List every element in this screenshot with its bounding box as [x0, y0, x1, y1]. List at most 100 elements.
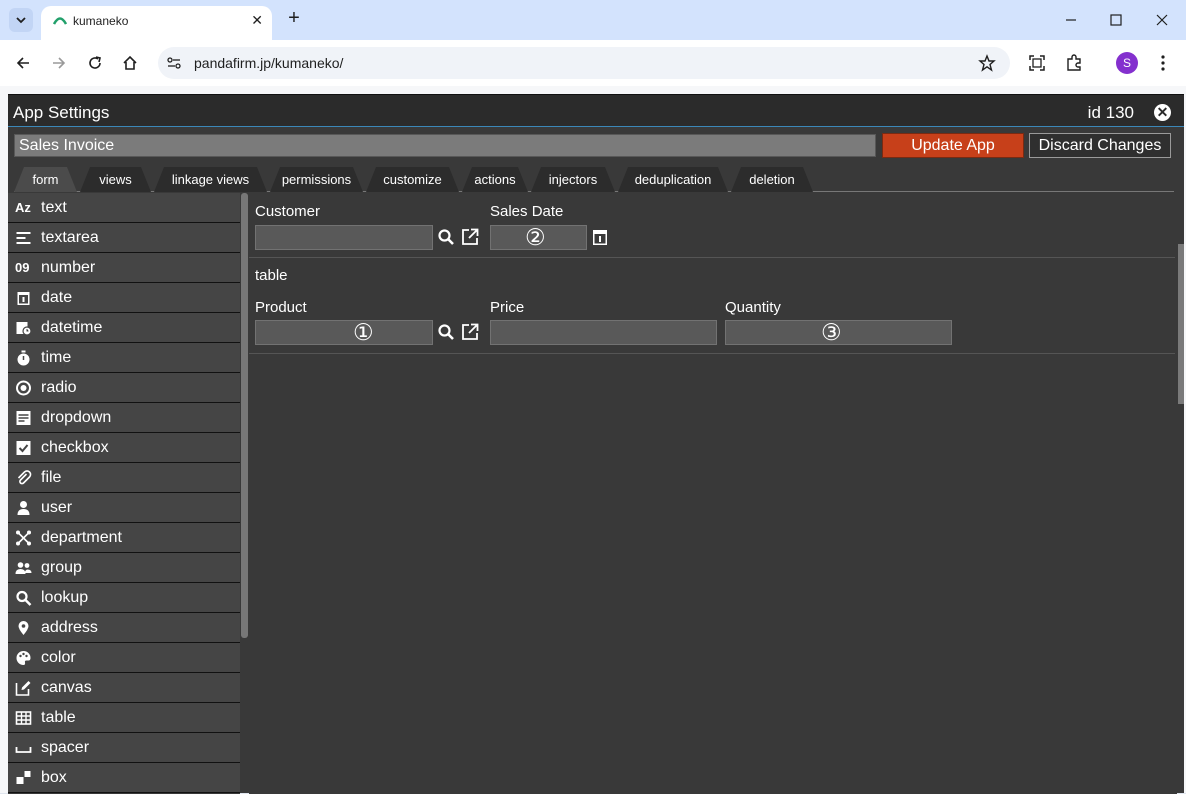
home-icon: [123, 55, 137, 70]
palette-item-group[interactable]: group: [8, 553, 240, 583]
profile-avatar[interactable]: S: [1116, 52, 1138, 74]
form-canvas: Customer Sales Date ② table Product ① Pr…: [249, 193, 1177, 794]
map-pin-icon: [18, 621, 29, 635]
palette-item-date[interactable]: date: [8, 283, 240, 313]
palette-item-canvas[interactable]: canvas: [8, 673, 240, 703]
stopwatch-icon: [17, 350, 30, 366]
palette-item-spacer[interactable]: spacer: [8, 733, 240, 763]
customer-label: Customer: [255, 203, 321, 220]
open-link-icon[interactable]: [461, 228, 479, 246]
tab-title: kumaneko: [73, 14, 129, 28]
palette-item-table[interactable]: table: [8, 703, 240, 733]
home-button[interactable]: [117, 50, 143, 76]
browser-toolbar: pandafirm.jp/kumaneko/ S: [0, 40, 1186, 86]
more-vertical-icon: [1161, 55, 1165, 71]
discard-changes-button[interactable]: Discard Changes: [1029, 133, 1171, 158]
palette-item-lookup[interactable]: lookup: [8, 583, 240, 613]
tab-deletion[interactable]: deletion: [731, 167, 813, 192]
department-icon: [16, 530, 31, 546]
minimize-icon: [1066, 19, 1076, 21]
palette-item-datetime[interactable]: datetime: [8, 313, 240, 343]
palette-item-box[interactable]: box: [8, 763, 240, 793]
tab-form[interactable]: form: [14, 167, 77, 192]
screen-capture-icon: [1029, 55, 1045, 71]
address-bar[interactable]: pandafirm.jp/kumaneko/: [158, 47, 1010, 79]
checkbox-icon: [16, 441, 31, 455]
app-name-input[interactable]: [14, 134, 876, 157]
palette-scrollbar[interactable]: [241, 193, 248, 638]
search-icon[interactable]: [437, 228, 455, 246]
minimize-button[interactable]: [1057, 6, 1085, 34]
palette-icon: [16, 651, 31, 665]
textarea-icon: [16, 232, 31, 244]
palette-item-time[interactable]: time: [8, 343, 240, 373]
update-app-button[interactable]: Update App: [882, 133, 1024, 158]
browser-menu-button[interactable]: [1152, 52, 1174, 74]
close-tab-icon[interactable]: ✕: [251, 12, 263, 29]
reload-button[interactable]: [82, 50, 108, 76]
price-input[interactable]: [490, 320, 717, 345]
table-label: table: [255, 267, 288, 284]
palette-item-address[interactable]: address: [8, 613, 240, 643]
tab-views[interactable]: views: [80, 167, 151, 192]
open-link-icon[interactable]: [461, 323, 479, 341]
star-icon[interactable]: [978, 54, 996, 72]
close-icon: [1156, 14, 1168, 26]
tab-deduplication[interactable]: deduplication: [618, 167, 728, 192]
browser-tab-strip: kumaneko ✕ +: [0, 0, 1186, 40]
palette-item-file[interactable]: file: [8, 463, 240, 493]
extensions-button[interactable]: [1063, 52, 1085, 74]
maximize-icon: [1110, 14, 1122, 26]
customer-input[interactable]: [255, 225, 433, 250]
search-icon: [16, 590, 32, 606]
screenshot-button[interactable]: [1026, 52, 1048, 74]
group-icon: [15, 562, 32, 574]
close-dialog-icon[interactable]: ✕: [1154, 104, 1171, 121]
price-label: Price: [490, 299, 525, 316]
search-icon[interactable]: [437, 323, 455, 341]
palette-item-user[interactable]: user: [8, 493, 240, 523]
palette-item-textarea[interactable]: textarea: [8, 223, 240, 253]
puzzle-icon: [1067, 54, 1081, 71]
palette-item-radio[interactable]: radio: [8, 373, 240, 403]
paperclip-icon: [17, 470, 32, 485]
new-tab-button[interactable]: +: [283, 8, 305, 30]
palette-item-text[interactable]: Az text: [8, 193, 240, 223]
palette-item-department[interactable]: department: [8, 523, 240, 553]
palette-item-checkbox[interactable]: checkbox: [8, 433, 240, 463]
product-input[interactable]: [255, 320, 433, 345]
maximize-button[interactable]: [1102, 6, 1130, 34]
canvas-scrollbar[interactable]: [1178, 244, 1184, 404]
forward-button[interactable]: [46, 50, 72, 76]
palette-item-dropdown[interactable]: dropdown: [8, 403, 240, 433]
sales-date-label: Sales Date: [490, 203, 564, 220]
site-info-icon[interactable]: [166, 55, 182, 71]
arrow-left-icon: [16, 57, 29, 69]
reload-icon: [89, 56, 101, 69]
tab-linkage-views[interactable]: linkage views: [154, 167, 267, 192]
tab-customize[interactable]: customize: [366, 167, 459, 192]
app-settings-dialog: App Settings id 130 ✕ Update App Discard…: [8, 94, 1184, 794]
table-icon: [15, 711, 32, 725]
edit-icon: [15, 681, 31, 696]
tab-injectors[interactable]: injectors: [531, 167, 615, 192]
site-favicon-icon: [53, 17, 67, 25]
field-palette: Az text textarea 09 number date datetime t…: [8, 193, 240, 794]
url-text: pandafirm.jp/kumaneko/: [194, 55, 344, 71]
quantity-label: Quantity: [725, 299, 781, 316]
browser-tab[interactable]: kumaneko ✕: [41, 6, 272, 40]
tab-list-button[interactable]: [9, 8, 33, 32]
form-row-table: table Product ① Price Quantity ③: [249, 259, 1175, 354]
annotation-marker-3: ③: [821, 319, 842, 345]
back-button[interactable]: [10, 50, 36, 76]
palette-item-color[interactable]: color: [8, 643, 240, 673]
palette-item-number[interactable]: 09 number: [8, 253, 240, 283]
user-icon: [17, 501, 30, 515]
dialog-title: App Settings: [13, 103, 110, 122]
tab-actions[interactable]: actions: [462, 167, 528, 192]
calendar-icon[interactable]: [591, 228, 609, 246]
spacer-icon: [15, 747, 32, 753]
close-window-button[interactable]: [1148, 6, 1176, 34]
calendar-icon: [17, 292, 30, 305]
tab-permissions[interactable]: permissions: [270, 167, 363, 192]
